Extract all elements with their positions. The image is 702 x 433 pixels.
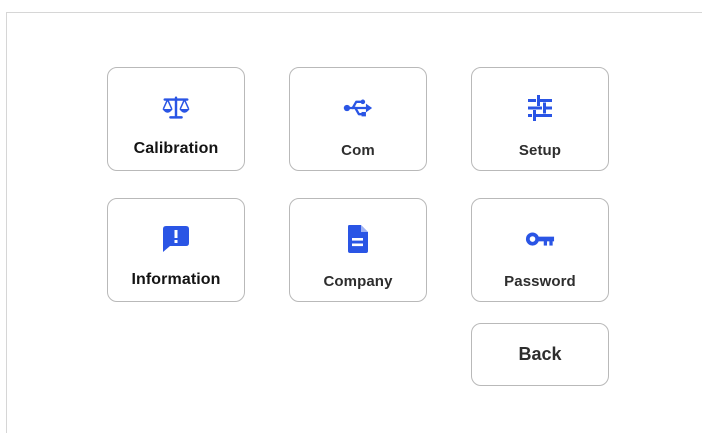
top-divider [6,12,702,13]
company-label: Company [323,273,393,290]
com-button[interactable]: Com [289,67,427,171]
key-icon [525,224,555,254]
password-label: Password [504,273,576,290]
information-button[interactable]: Information [107,198,245,302]
scale-icon [161,93,191,123]
setup-button[interactable]: Setup [471,67,609,171]
back-label: Back [518,344,562,364]
calibration-button[interactable]: Calibration [107,67,245,171]
usb-icon [343,93,373,123]
com-label: Com [341,142,375,159]
info-message-icon [161,224,191,254]
password-button[interactable]: Password [471,198,609,302]
setup-label: Setup [518,142,562,159]
calibration-label: Calibration [133,140,219,157]
company-button[interactable]: Company [289,198,427,302]
document-icon [343,224,373,254]
information-label: Information [131,271,221,288]
back-button[interactable]: Back [471,323,609,386]
sliders-icon [525,93,555,123]
settings-screen: Calibration Com Setup Information Compan… [0,0,702,433]
left-divider [6,12,7,433]
